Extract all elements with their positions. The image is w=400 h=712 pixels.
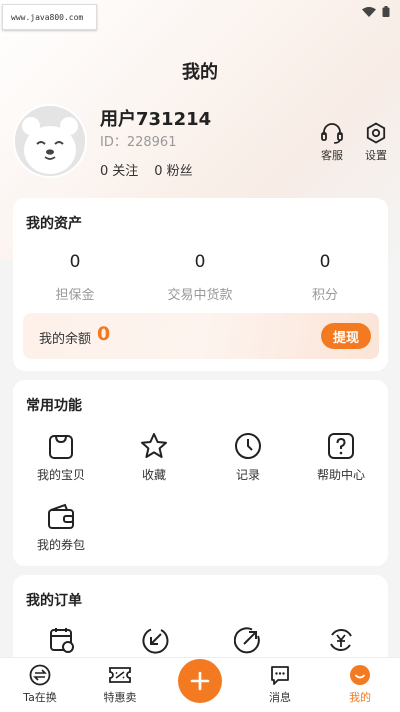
asset-label: 交易中货款 (167, 288, 233, 303)
functions-title: 常用功能 (26, 398, 82, 414)
status-bar (362, 6, 390, 17)
balance-amount: 0 (97, 323, 111, 345)
customer-service-button[interactable]: 客服 (320, 122, 344, 163)
following-label: 关注 (112, 164, 139, 179)
asset-value: 0 (69, 252, 81, 272)
refund-icon[interactable] (327, 626, 355, 654)
tab-label: 消息 (269, 691, 291, 704)
user-name: 用户731214 (100, 109, 212, 130)
watermark: www.java800.com (2, 4, 97, 30)
tab-label: 我的 (349, 691, 371, 704)
ticket-icon (109, 667, 131, 683)
function-favorites[interactable]: 收藏 (114, 432, 194, 483)
settings-button[interactable]: 设置 (365, 122, 387, 163)
asset-label: 担保金 (55, 288, 95, 303)
following-stat[interactable]: 0 关注 (100, 160, 138, 179)
asset-trading-funds[interactable]: 0 交易中货款 (140, 252, 260, 303)
function-label: 我的宝贝 (36, 468, 85, 482)
arrow-out-icon[interactable] (234, 626, 262, 654)
publish-button[interactable] (178, 659, 222, 703)
plus-icon (190, 671, 210, 691)
headset-icon (321, 123, 343, 144)
function-my-items[interactable]: 我的宝贝 (21, 432, 101, 483)
function-label: 我的券包 (36, 538, 85, 552)
tab-exchange[interactable]: Ta在换 (5, 664, 75, 705)
assets-title: 我的资产 (26, 216, 82, 232)
orders-title: 我的订单 (26, 593, 82, 609)
function-label: 收藏 (141, 468, 166, 482)
message-icon (271, 666, 289, 685)
follow-stats: 0 关注 0 粉丝 (100, 160, 193, 179)
function-label: 帮助中心 (316, 468, 365, 482)
settings-label: 设置 (365, 149, 387, 162)
function-label: 记录 (235, 468, 260, 482)
following-count: 0 (100, 164, 109, 179)
tab-label: 特惠卖 (103, 691, 137, 704)
functions-card: 常用功能 我的宝贝 收藏 记录 帮助中心 我的券包 (13, 380, 388, 566)
page-title: 我的 (182, 62, 218, 83)
star-icon (141, 433, 167, 458)
clock-icon (235, 433, 261, 459)
withdraw-button[interactable]: 提现 (321, 323, 371, 349)
mine-icon (350, 665, 370, 685)
tab-discount-sell[interactable]: 特惠卖 (85, 664, 155, 705)
fans-label: 粉丝 (166, 164, 193, 179)
assets-card: 我的资产 0 担保金 0 交易中货款 0 积分 我的余额 0 提现 (13, 198, 388, 371)
user-id: ID：228961 (100, 135, 177, 150)
asset-value: 0 (194, 252, 206, 272)
function-help-center[interactable]: 帮助中心 (301, 432, 381, 483)
balance-label: 我的余额 (39, 332, 92, 347)
battery-icon (382, 6, 390, 17)
gear-icon (366, 122, 386, 144)
function-coupons[interactable]: 我的券包 (21, 502, 101, 553)
wifi-icon (362, 6, 376, 17)
bear-avatar-icon (15, 106, 85, 176)
balance-bar: 我的余额 0 提现 (23, 313, 379, 359)
asset-deposit[interactable]: 0 担保金 (15, 252, 135, 303)
tab-messages[interactable]: 消息 (245, 664, 315, 705)
customer-service-label: 客服 (321, 149, 343, 162)
tab-mine[interactable]: 我的 (325, 664, 395, 705)
fans-stat[interactable]: 0 粉丝 (154, 160, 192, 179)
tab-label: Ta在换 (23, 691, 57, 704)
help-icon (328, 433, 354, 459)
exchange-icon (29, 664, 51, 686)
bag-icon (49, 435, 73, 459)
watermark-text: www.java800.com (11, 12, 84, 22)
calendar-settings-icon[interactable] (48, 626, 76, 654)
function-records[interactable]: 记录 (208, 432, 288, 483)
wallet-icon (48, 503, 74, 529)
fans-count: 0 (154, 164, 163, 179)
asset-value: 0 (319, 252, 331, 272)
asset-points[interactable]: 0 积分 (265, 252, 385, 303)
asset-label: 积分 (311, 288, 338, 303)
avatar[interactable] (13, 104, 87, 178)
arrow-in-icon[interactable] (141, 626, 169, 654)
